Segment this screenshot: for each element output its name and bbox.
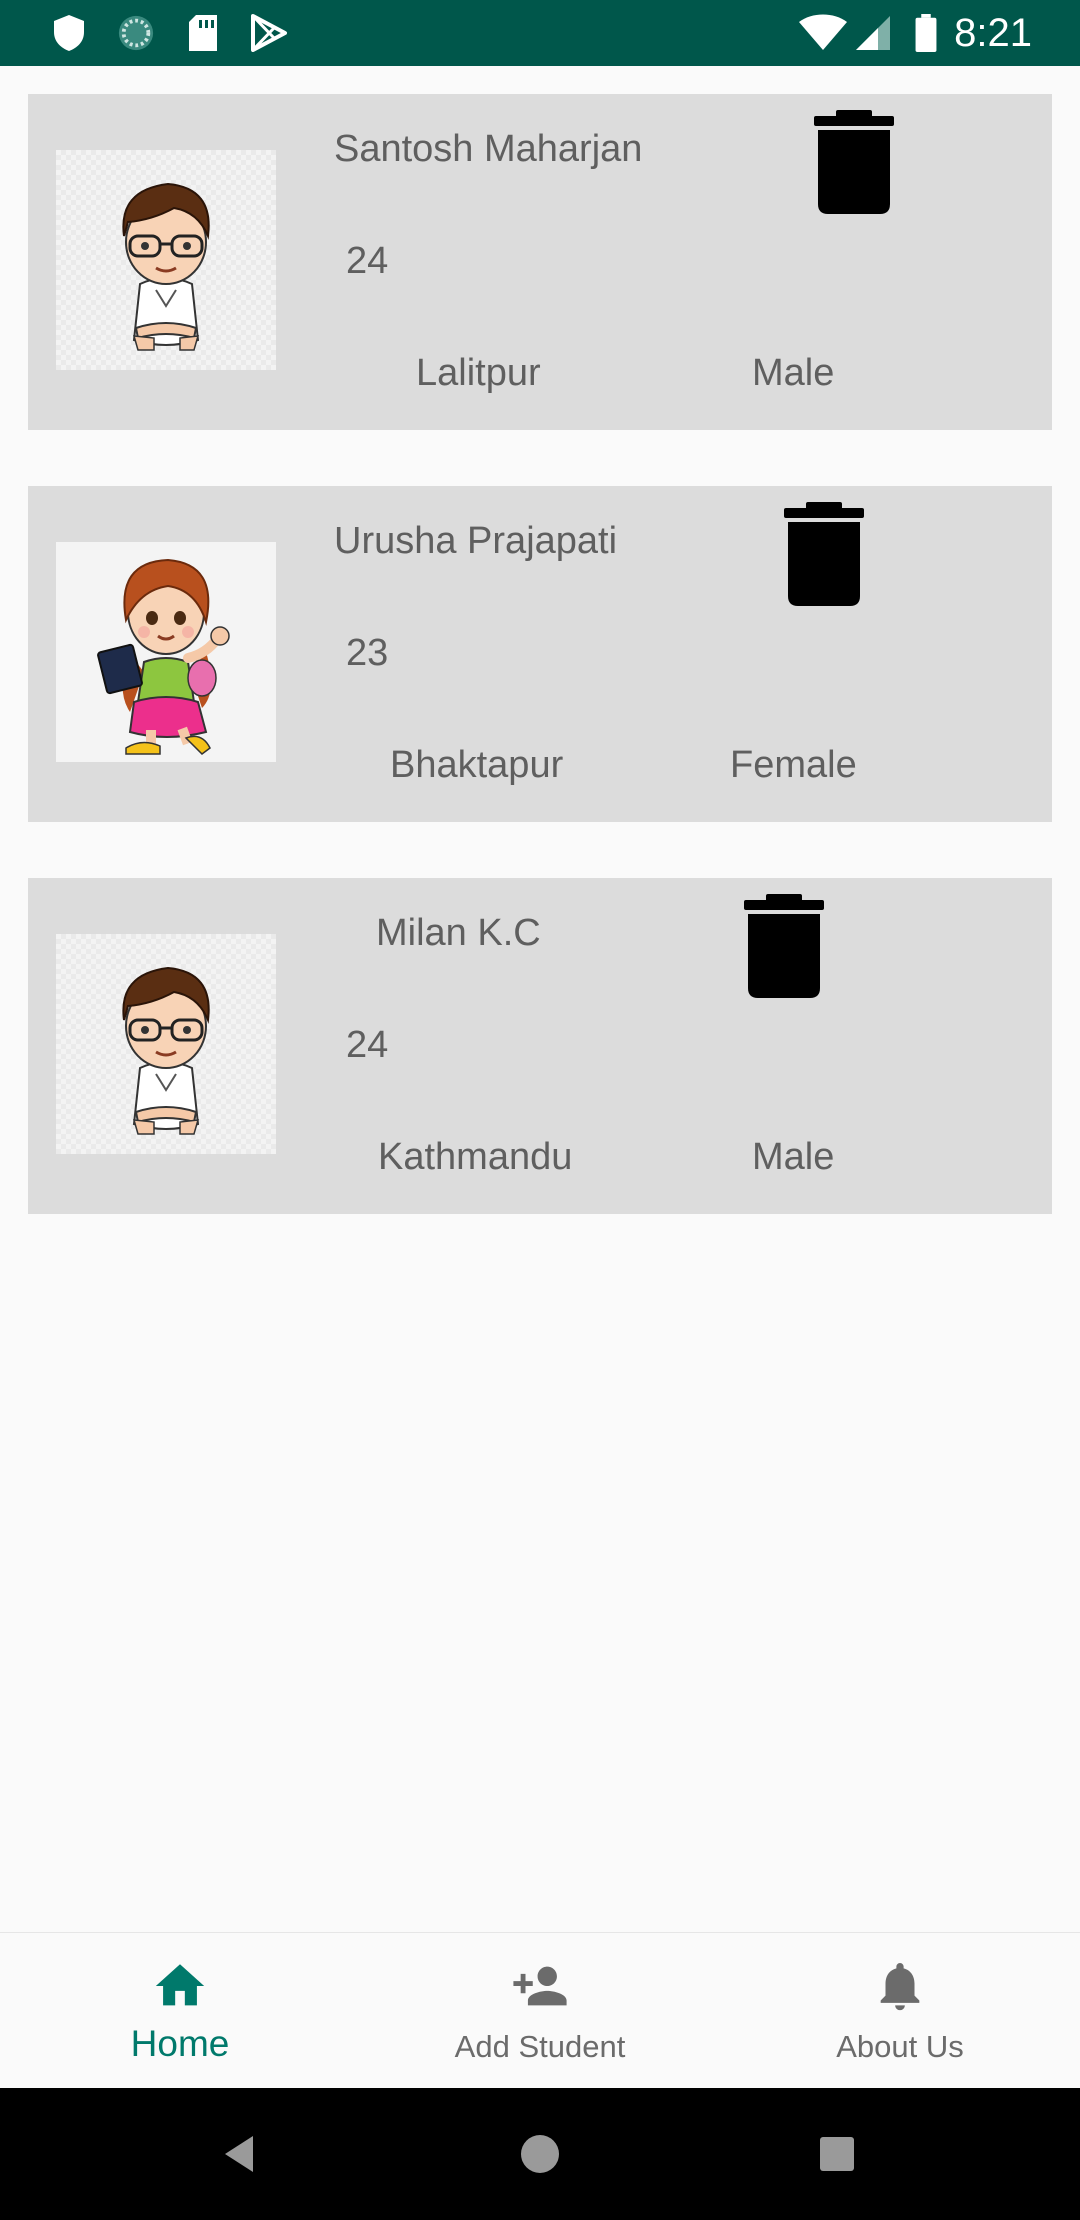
student-age: 23 <box>346 632 389 674</box>
girl-avatar <box>56 542 276 762</box>
boy-avatar <box>56 934 276 1154</box>
bell-icon <box>880 1963 920 2011</box>
recents-icon[interactable] <box>809 2126 865 2182</box>
shield-icon <box>54 15 84 51</box>
play-store-icon <box>251 14 287 52</box>
student-card[interactable]: Milan K.C 24 Kathmandu Male <box>28 878 1052 1214</box>
nav-about-us-label: About Us <box>836 2029 964 2064</box>
student-card[interactable]: Urusha Prajapati 23 Bhaktapur Female <box>28 486 1052 822</box>
bottom-navigation: Home Add Student About Us <box>0 1932 1080 2088</box>
delete-icon[interactable] <box>784 502 864 606</box>
delete-icon[interactable] <box>744 894 824 998</box>
wifi-icon <box>799 14 847 50</box>
nav-about-us[interactable]: About Us <box>720 1933 1080 2089</box>
nav-add-student[interactable]: Add Student <box>360 1933 720 2089</box>
nav-home-label: Home <box>130 2023 230 2064</box>
status-time: 8:21 <box>954 11 1032 55</box>
student-gender: Male <box>752 352 835 394</box>
system-navigation-bar <box>0 2088 1080 2220</box>
student-gender: Male <box>752 1136 835 1178</box>
delete-icon[interactable] <box>814 110 894 214</box>
add-person-icon <box>513 1966 567 2006</box>
student-address: Lalitpur <box>416 352 541 394</box>
battery-icon <box>915 14 937 52</box>
student-name: Milan K.C <box>376 912 541 954</box>
sync-icon <box>118 15 154 51</box>
student-gender: Female <box>730 744 857 786</box>
nav-add-student-label: Add Student <box>454 2029 626 2064</box>
student-name: Santosh Maharjan <box>334 128 643 170</box>
student-name: Urusha Prajapati <box>334 520 618 562</box>
signal-icon <box>856 16 890 50</box>
student-address: Bhaktapur <box>390 744 564 786</box>
student-list[interactable]: Santosh Maharjan 24 Lalitpur Male Urusha… <box>0 66 1080 1932</box>
boy-avatar <box>56 150 276 370</box>
home-icon <box>155 1964 205 2006</box>
sd-card-icon <box>189 15 217 51</box>
student-age: 24 <box>346 240 389 282</box>
nav-home[interactable]: Home <box>0 1933 360 2089</box>
student-age: 24 <box>346 1024 389 1066</box>
back-icon[interactable] <box>213 2126 269 2182</box>
student-card[interactable]: Santosh Maharjan 24 Lalitpur Male <box>28 94 1052 430</box>
student-address: Kathmandu <box>378 1136 573 1178</box>
home-circle-icon[interactable] <box>512 2126 568 2182</box>
status-bar: 8:21 <box>0 0 1080 66</box>
